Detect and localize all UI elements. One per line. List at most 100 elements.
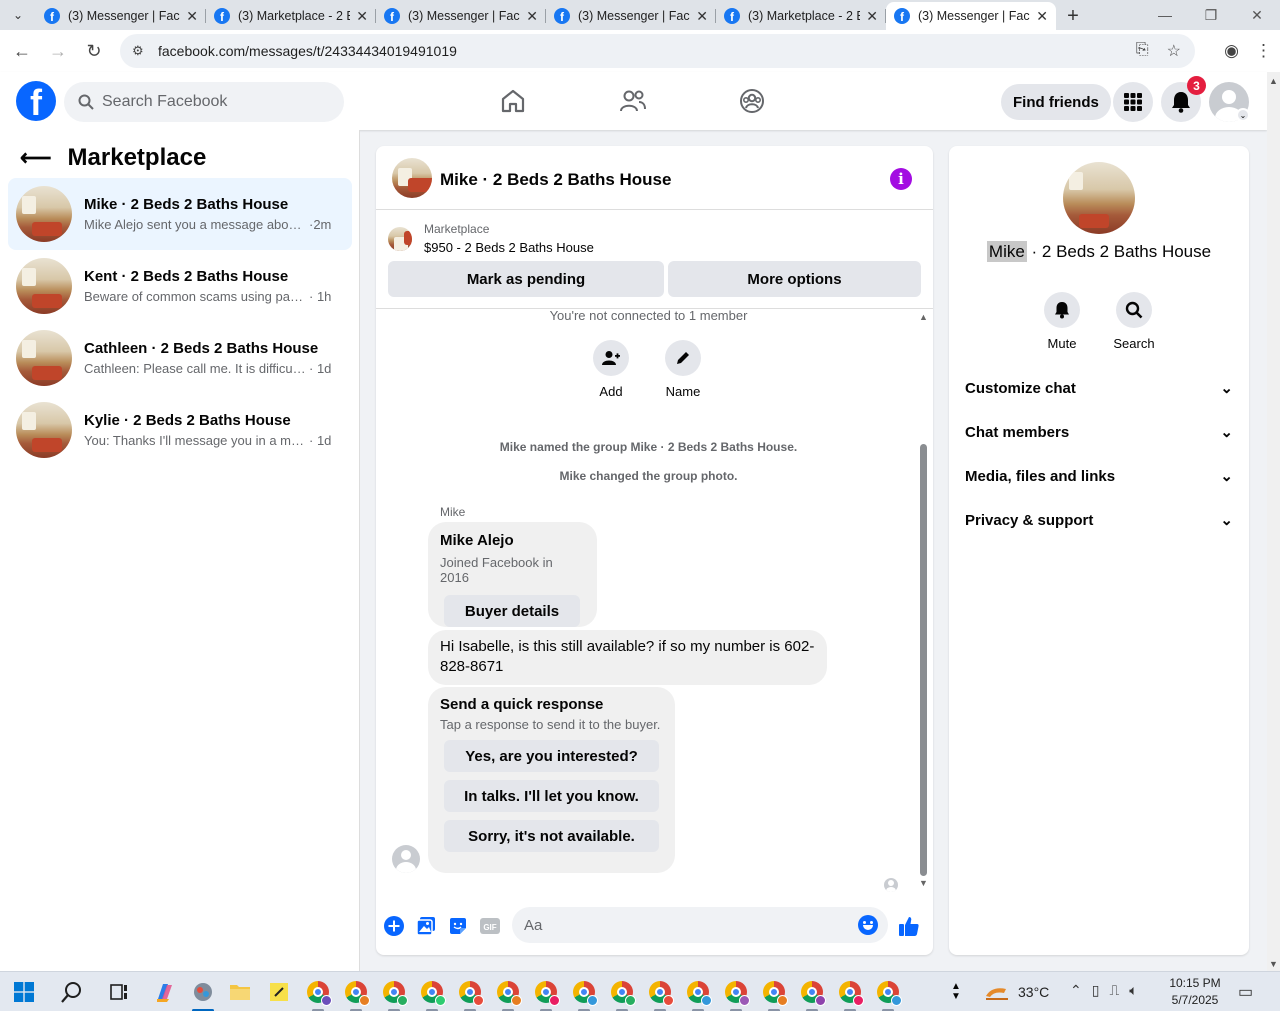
photo-icon[interactable] (415, 915, 437, 937)
chat-scrollbar[interactable]: ▲ ▼ (917, 312, 929, 888)
group-photo[interactable] (392, 158, 432, 198)
facebook-search[interactable] (64, 82, 344, 122)
friends-icon[interactable] (618, 86, 648, 116)
chrome-profile-icon[interactable] (572, 980, 598, 1006)
account-chevron-icon[interactable]: ⌄ (1236, 108, 1250, 122)
scroll-thumb[interactable] (920, 444, 927, 876)
search-in-chat-button[interactable]: Search (1104, 292, 1164, 351)
search-input[interactable] (102, 93, 322, 111)
task-view-icon[interactable] (107, 980, 131, 1004)
chrome-profile-icon[interactable] (648, 980, 674, 1006)
mark-as-pending-button[interactable]: Mark as pending (388, 261, 664, 297)
back-arrow-icon[interactable]: ⟵ (20, 145, 52, 171)
menu-grid-icon[interactable] (1113, 82, 1153, 122)
tab-search-icon[interactable]: ⌄ (0, 0, 36, 30)
close-tab-icon[interactable]: ✕ (526, 8, 538, 25)
start-windows-icon[interactable] (12, 980, 36, 1004)
sender-avatar[interactable] (392, 845, 420, 873)
notification-center-icon[interactable]: ▭ (1238, 982, 1253, 1002)
weather-widget[interactable]: 33°C (984, 981, 1049, 1003)
mute-button[interactable]: Mute (1032, 292, 1092, 351)
thumbs-up-icon[interactable] (898, 915, 920, 937)
more-actions-icon[interactable] (383, 915, 405, 937)
new-tab-button[interactable]: + (1056, 2, 1090, 30)
scroll-up-icon[interactable]: ▲ (919, 312, 928, 322)
browser-tab[interactable]: f (3) Marketplace - 2 Beds ✕ (206, 2, 376, 30)
battery-icon[interactable]: ▯ (1092, 982, 1100, 999)
close-window-icon[interactable]: ✕ (1234, 0, 1280, 30)
volume-icon[interactable]: 🔈︎ (1129, 982, 1137, 999)
sticky-notes-icon[interactable] (267, 980, 291, 1004)
chrome-profile-icon[interactable] (420, 980, 446, 1006)
browser-tab[interactable]: f (3) Messenger | Facebook ✕ (376, 2, 546, 30)
quick-reply-button[interactable]: Yes, are you interested? (444, 740, 659, 772)
home-icon[interactable] (498, 86, 528, 116)
taskbar-overflow-icon[interactable]: ▲ ▼ (944, 980, 968, 1004)
close-tab-icon[interactable]: ✕ (866, 8, 878, 25)
customize-chat-section[interactable]: Customize chat ⌄ (965, 370, 1233, 406)
browser-menu-icon[interactable]: ⋮ (1255, 41, 1272, 61)
forward-icon[interactable]: → (40, 33, 76, 69)
listing-summary[interactable]: Marketplace $950 - 2 Beds 2 Baths House (388, 222, 594, 255)
privacy-support-section[interactable]: Privacy & support ⌄ (965, 502, 1233, 538)
clock[interactable]: 10:15 PM 5/7/2025 (1160, 975, 1230, 1009)
minimize-icon[interactable]: — (1142, 0, 1188, 30)
restore-icon[interactable]: ❐ (1188, 0, 1234, 30)
bookmark-star-icon[interactable]: ☆ (1167, 41, 1181, 61)
facebook-logo-icon[interactable]: f (16, 81, 56, 121)
group-photo-large[interactable] (1063, 162, 1135, 234)
reload-icon[interactable]: ↻ (76, 33, 112, 69)
chat-members-section[interactable]: Chat members ⌄ (965, 414, 1233, 450)
chrome-profile-icon[interactable] (876, 980, 902, 1006)
close-tab-icon[interactable]: ✕ (696, 8, 708, 25)
groups-icon[interactable] (737, 86, 767, 116)
copilot-icon[interactable] (153, 980, 177, 1004)
browser-tab[interactable]: f (3) Messenger | Facebook ✕ (886, 2, 1056, 30)
close-tab-icon[interactable]: ✕ (1036, 8, 1048, 25)
info-icon[interactable]: i (890, 168, 912, 190)
message-input-box[interactable] (512, 907, 888, 943)
buyer-details-button[interactable]: Buyer details (444, 595, 580, 627)
address-bar[interactable]: ⚙ facebook.com/messages/t/24334434019491… (120, 34, 1195, 68)
install-app-icon[interactable]: ⎘ (1136, 41, 1149, 61)
page-scroll-down-icon[interactable]: ▼ (1269, 959, 1278, 969)
close-tab-icon[interactable]: ✕ (356, 8, 368, 25)
browser-tab[interactable]: f (3) Marketplace - 2 Beds ✕ (716, 2, 886, 30)
quick-reply-button[interactable]: Sorry, it's not available. (444, 820, 659, 852)
chrome-profile-icon[interactable] (838, 980, 864, 1006)
chrome-profile-icon[interactable] (762, 980, 788, 1006)
conversation-item[interactable]: Mike · 2 Beds 2 Baths House Mike Alejo se… (8, 178, 352, 250)
network-icon[interactable]: ⎍ (1109, 982, 1119, 999)
chrome-profile-icon[interactable] (724, 980, 750, 1006)
emoji-icon[interactable] (858, 915, 878, 935)
chrome-profile-icon[interactable] (610, 980, 636, 1006)
close-tab-icon[interactable]: ✕ (186, 8, 198, 25)
taskbar-search-icon[interactable] (60, 980, 84, 1004)
browser-tab[interactable]: f (3) Messenger | Facebook ✕ (546, 2, 716, 30)
message-bubble[interactable]: Hi Isabelle, is this still available? if… (428, 630, 827, 685)
conversation-item[interactable]: Kent · 2 Beds 2 Baths House Beware of com… (8, 250, 352, 322)
back-icon[interactable]: ← (4, 33, 40, 69)
scroll-down-icon[interactable]: ▼ (919, 878, 928, 888)
chrome-profile-icon[interactable] (686, 980, 712, 1006)
site-info-icon[interactable]: ⚙ (132, 43, 148, 59)
name-group-button[interactable]: Name (653, 340, 713, 399)
conversation-item[interactable]: Kylie · 2 Beds 2 Baths House You: Thanks … (8, 394, 352, 466)
chrome-profile-icon[interactable] (306, 980, 332, 1006)
profile-icon[interactable]: ◉ (1224, 41, 1239, 61)
gif-icon[interactable]: GIF (479, 915, 501, 937)
chrome-profile-icon[interactable] (534, 980, 560, 1006)
page-scroll-up-icon[interactable]: ▲ (1269, 76, 1278, 86)
quick-reply-button[interactable]: In talks. I'll let you know. (444, 780, 659, 812)
file-explorer-icon[interactable] (228, 980, 252, 1004)
add-member-button[interactable]: Add (581, 340, 641, 399)
tray-chevron-icon[interactable]: ⌃ (1070, 982, 1082, 999)
find-friends-button[interactable]: Find friends (1001, 84, 1111, 120)
page-scrollbar[interactable]: ▲ ▼ (1267, 72, 1280, 971)
chrome-profile-icon[interactable] (496, 980, 522, 1006)
message-input[interactable] (524, 916, 844, 934)
chrome-profile-icon[interactable] (344, 980, 370, 1006)
browser-tab[interactable]: f (3) Messenger | Facebook ✕ (36, 2, 206, 30)
sticker-icon[interactable] (447, 915, 469, 937)
snipping-tool-icon[interactable] (191, 980, 215, 1004)
